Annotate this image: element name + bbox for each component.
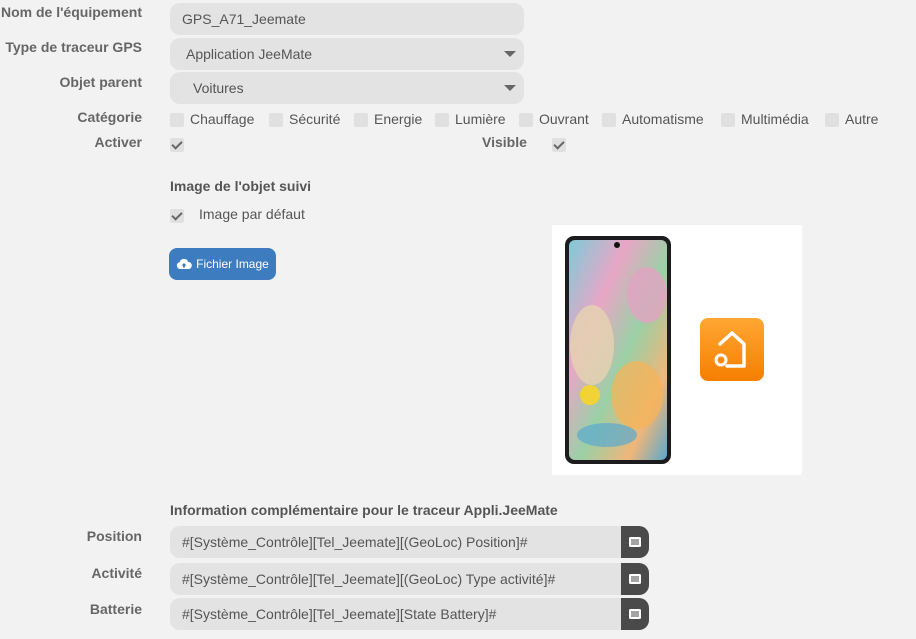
- cloud-upload-icon: [176, 258, 192, 269]
- tracker-type-select[interactable]: Application JeeMate: [170, 38, 524, 70]
- category-chauffage-checkbox[interactable]: [170, 113, 184, 127]
- list-icon: [629, 609, 641, 619]
- visible-label: Visible: [482, 134, 527, 150]
- category-multimedia-checkbox[interactable]: [721, 113, 735, 127]
- jeemate-logo: [700, 318, 764, 381]
- category-multimedia-label: Multimédia: [741, 111, 809, 127]
- position-input[interactable]: #[Système_Contrôle][Tel_Jeemate][(GeoLoc…: [170, 526, 621, 558]
- info-section-title: Information complémentaire pour le trace…: [170, 502, 558, 518]
- visible-checkbox[interactable]: [552, 138, 566, 152]
- upload-image-button-label: Fichier Image: [196, 257, 269, 271]
- position-select-cmd-button[interactable]: [621, 526, 649, 558]
- list-icon: [629, 574, 641, 584]
- default-image-label: Image par défaut: [199, 206, 305, 222]
- activate-label: Activer: [94, 134, 142, 150]
- parent-object-value: Voitures: [193, 80, 244, 96]
- battery-input[interactable]: #[Système_Contrôle][Tel_Jeemate][State B…: [170, 598, 621, 630]
- category-label: Catégorie: [77, 109, 142, 125]
- tracker-type-label: Type de traceur GPS: [5, 39, 142, 55]
- tracked-object-image: [552, 225, 802, 475]
- activity-select-cmd-button[interactable]: [621, 563, 649, 595]
- parent-object-select[interactable]: Voitures: [170, 72, 524, 104]
- activity-label: Activité: [91, 565, 142, 581]
- activity-input[interactable]: #[Système_Contrôle][Tel_Jeemate][(GeoLoc…: [170, 563, 621, 595]
- category-automatisme-label: Automatisme: [622, 111, 704, 127]
- phone-image: [565, 236, 671, 464]
- battery-select-cmd-button[interactable]: [621, 598, 649, 630]
- category-securite-label: Sécurité: [289, 111, 341, 127]
- category-autre-label: Autre: [845, 111, 879, 127]
- category-energie-label: Energie: [374, 111, 423, 127]
- position-label: Position: [86, 528, 142, 544]
- category-energie-checkbox[interactable]: [354, 113, 368, 127]
- category-chauffage-label: Chauffage: [190, 111, 255, 127]
- category-ouvrant-checkbox[interactable]: [519, 113, 533, 127]
- list-icon: [629, 537, 641, 547]
- category-securite-checkbox[interactable]: [269, 113, 283, 127]
- image-section-title: Image de l'objet suivi: [170, 178, 312, 194]
- equipment-name-input[interactable]: GPS_A71_Jeemate: [170, 3, 524, 35]
- default-image-checkbox[interactable]: [170, 209, 184, 223]
- equipment-name-label: Nom de l'équipement: [0, 4, 142, 20]
- category-autre-checkbox[interactable]: [825, 113, 839, 127]
- activate-checkbox[interactable]: [170, 138, 184, 152]
- category-lumiere-checkbox[interactable]: [435, 113, 449, 127]
- parent-object-label: Objet parent: [59, 74, 142, 90]
- battery-label: Batterie: [89, 601, 142, 617]
- category-ouvrant-label: Ouvrant: [539, 111, 589, 127]
- tracker-type-value: Application JeeMate: [186, 46, 313, 62]
- category-lumiere-label: Lumière: [455, 111, 506, 127]
- upload-image-button[interactable]: Fichier Image: [169, 248, 276, 280]
- category-automatisme-checkbox[interactable]: [602, 113, 616, 127]
